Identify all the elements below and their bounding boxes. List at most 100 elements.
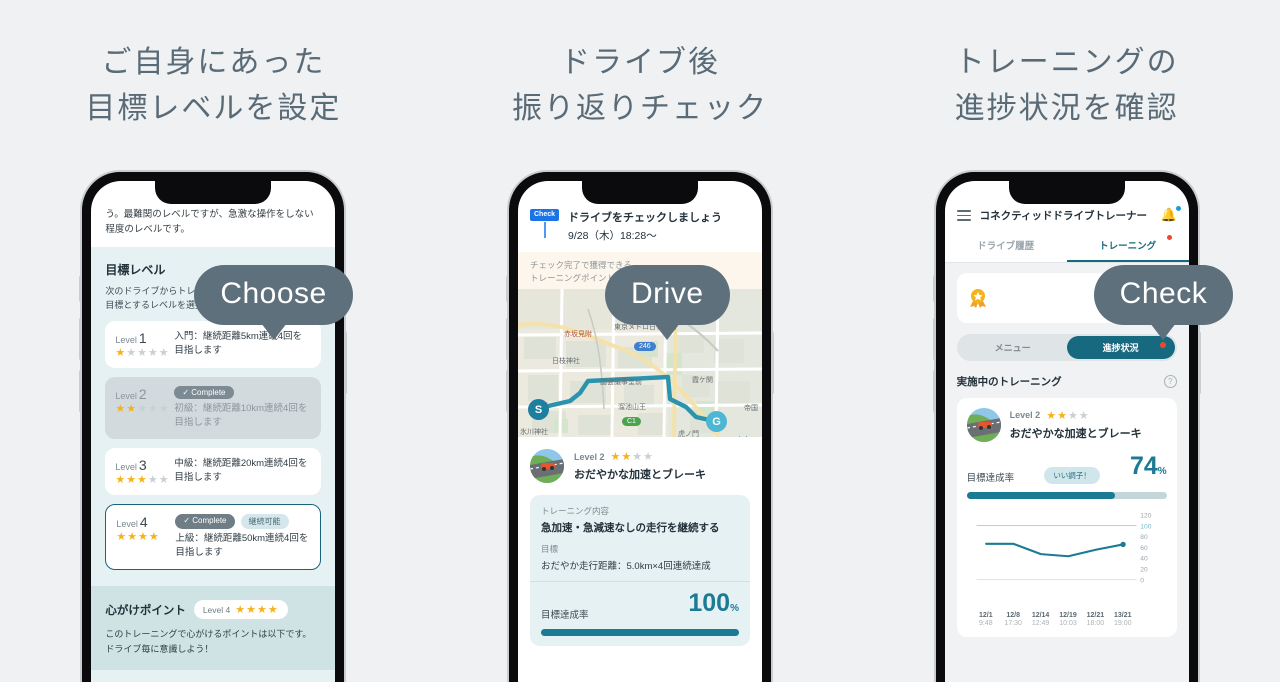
- level-card-3[interactable]: Level 3 ★★★★★ 中級：継続距離20km連続4回を目指します: [105, 448, 322, 495]
- chart-x-label: 12/14 12:49: [1032, 612, 1050, 627]
- phone-mute-switch: [79, 276, 83, 302]
- level-card-2-desc: 初級：継続距離10km連続4回を目指します: [174, 403, 308, 428]
- chart-x-time: 17:30: [1004, 619, 1022, 627]
- panel-choose: ご自身にあった 目標レベルを設定 う。最難関のレベルですが、急激な操作をしない程…: [0, 0, 427, 682]
- training-thumbnail: [966, 407, 1001, 442]
- segmented-control: メニュー 進捗状況: [956, 333, 1177, 361]
- level-card-1-desc: 入門：継続距離5km連続4回を目指します: [174, 331, 303, 356]
- phone-mockup-1: う。最難関のレベルですが、急激な操作をしない程度のレベルです。 目標レベル 次の…: [79, 172, 348, 682]
- phone-mute-switch: [932, 276, 936, 302]
- progress-bar: [966, 491, 1167, 499]
- level-card-4[interactable]: Level 4 ★★★★ ✓ Complete 継続可能 上級：継続距離50km…: [105, 504, 322, 570]
- progress-status-badge: いい調子！: [1044, 466, 1100, 484]
- achievement-rate-unit: %: [730, 603, 739, 614]
- map-route-badge-246: 246: [634, 342, 656, 351]
- training-summary-row: Level 2 ★★★★ おだやかな加速とブレーキ: [518, 437, 762, 495]
- help-icon[interactable]: ?: [1163, 374, 1177, 388]
- active-training-name: おだやかな加速とブレーキ: [1009, 427, 1142, 440]
- level-card-2-right: ✓ Complete 初級：継続距離10km連続4回を目指します: [174, 386, 311, 430]
- svg-text:40: 40: [1140, 556, 1148, 563]
- phone-screen-1: う。最難関のレベルですが、急激な操作をしない程度のレベルです。 目標レベル 次の…: [91, 181, 336, 682]
- panel-drive: ドライブ後 振り返りチェック Check ドライブをチェックしましょう 9/28…: [427, 0, 854, 682]
- svg-text:120: 120: [1140, 512, 1151, 519]
- chart-x-label: 12/21 18:00: [1087, 612, 1105, 627]
- phone-volume-up: [932, 318, 936, 360]
- active-training-card[interactable]: Level 2 ★★★★ おだやかな加速とブレーキ 目標達成率 いい調子！ 74…: [956, 397, 1177, 637]
- achievement-progress-fill: [541, 629, 739, 636]
- level-card-1-left: Level 1 ★★★★★: [115, 330, 168, 359]
- training-thumbnail-image: [966, 407, 1001, 442]
- tab-training-dot: [1166, 234, 1172, 240]
- map-label-toranomon: 虎ノ門: [678, 431, 699, 437]
- phone-notch: [582, 181, 698, 204]
- phone-mockup-3: コネクティッドドライブトレーナー 🔔 ドライブ履歴 トレーニング メニュー 進捗…: [932, 172, 1201, 682]
- phone-volume-down: [506, 370, 509, 412]
- headline-line2: 振り返りチェック: [512, 92, 768, 125]
- level-card-2-left: Level 2 ★★★★★: [115, 386, 170, 430]
- callout-bubble-check: Check: [1093, 265, 1234, 340]
- achievement-rate-value: 100%: [688, 591, 739, 621]
- continuable-badge: 継続可能: [240, 514, 289, 529]
- training-name: おだやかな加速とブレーキ: [574, 469, 706, 481]
- active-training-row: Level 2 ★★★★ おだやかな加速とブレーキ: [966, 407, 1167, 442]
- map-label-hiejinja: 日枝神社: [552, 358, 580, 365]
- level-card-3-name: Level 3: [115, 457, 165, 473]
- achievement-rate-number: 100: [688, 589, 731, 617]
- check-badge-icon: Check: [530, 209, 560, 238]
- level-card-2-tags: ✓ Complete: [174, 386, 311, 399]
- headline-choose: ご自身にあった 目標レベルを設定: [0, 0, 427, 132]
- tab-training[interactable]: トレーニング: [1066, 231, 1189, 262]
- panel-check: トレーニングの 進捗状況を確認 コネクティッドドライブトレーナー 🔔 ドライブ履…: [853, 0, 1280, 682]
- level-card-1-label: Level: [115, 335, 137, 345]
- tab-training-label: トレーニング: [1099, 240, 1157, 252]
- progress-chart: 0 20 40 60 80 100 120 12/1 9:48 12/8 17:30 12/14 12…: [967, 509, 1167, 627]
- level-card-3-stars: ★★★★★: [115, 474, 170, 486]
- svg-text:60: 60: [1140, 545, 1148, 552]
- active-training-texts: Level 2 ★★★★ おだやかな加速とブレーキ: [1010, 409, 1142, 441]
- mindset-points-section: 心がけポイント Level 4 ★★★★ このトレーニングで心がけるポイントは以…: [91, 586, 336, 670]
- chart-x-label: 13/21 19:00: [1114, 612, 1132, 627]
- level-card-2-stars: ★★★★★: [115, 403, 170, 415]
- level-card-2[interactable]: Level 2 ★★★★★ ✓ Complete 初級：継続距離10km連続4回を…: [105, 377, 322, 439]
- map-label-hikawajinja: 氷川神社: [520, 429, 548, 436]
- mindset-points-header: 心がけポイント Level 4 ★★★★: [105, 600, 321, 619]
- map-start-marker: S: [528, 399, 549, 420]
- chart-x-time: 9:48: [978, 619, 993, 627]
- phone-screen-3: コネクティッドドライブトレーナー 🔔 ドライブ履歴 トレーニング メニュー 進捗…: [944, 181, 1189, 682]
- complete-badge: ✓ Complete: [175, 514, 235, 529]
- active-training-header: 実施中のトレーニング ?: [957, 374, 1177, 389]
- map-label-uchisaiwai: 内幸: [736, 435, 750, 437]
- svg-text:80: 80: [1140, 534, 1148, 541]
- headline-line1: ご自身にあった: [101, 46, 326, 79]
- level-card-2-name: Level 2: [115, 386, 165, 402]
- bell-icon[interactable]: 🔔: [1160, 206, 1181, 223]
- map-label-teikoku: 帝国: [744, 405, 758, 412]
- chart-x-time: 18:00: [1086, 619, 1105, 627]
- notification-dot: [1175, 206, 1181, 212]
- progress-rate-label: 目標達成率: [966, 472, 1015, 484]
- intro-text: う。最難関のレベルですが、急激な操作をしない程度のレベルです。: [105, 209, 314, 235]
- level-card-3-desc: 中級：継続距離20km連続4回を目指します: [174, 458, 308, 483]
- achievement-progress-bar: [541, 629, 739, 636]
- chart-x-date: 12/19: [1059, 611, 1077, 619]
- chart-x-time: 12:49: [1031, 619, 1050, 627]
- segment-progress-dot: [1159, 341, 1166, 348]
- complete-badge: ✓ Complete: [174, 386, 234, 399]
- medal-icon: [968, 288, 988, 308]
- tab-drive-history[interactable]: ドライブ履歴: [945, 231, 1067, 262]
- mindset-level-stars: ★★★★: [235, 604, 279, 616]
- progress-chart-svg: 0 20 40 60 80 100 120: [976, 512, 1151, 584]
- phone-notch: [155, 181, 272, 204]
- hamburger-menu-icon[interactable]: [956, 207, 971, 224]
- training-detail-card: トレーニング内容 急加速・急減速なしの走行を継続する 目標 おだやか走行距離：5…: [530, 495, 750, 646]
- active-training-level: Level 2: [1009, 410, 1041, 421]
- segment-menu[interactable]: メニュー: [959, 336, 1067, 359]
- headline-drive: ドライブ後 振り返りチェック: [427, 0, 854, 132]
- svg-text:100: 100: [1140, 523, 1151, 530]
- training-content-label: トレーニング内容: [541, 506, 610, 516]
- progress-rate-number: 74: [1129, 451, 1158, 480]
- level-card-1[interactable]: Level 1 ★★★★★ 入門：継続距離5km連続4回を目指します: [105, 321, 322, 368]
- level-card-4-number: 4: [139, 514, 148, 530]
- phone-volume-down: [79, 370, 83, 412]
- level-card-4-stars: ★★★★: [116, 531, 160, 543]
